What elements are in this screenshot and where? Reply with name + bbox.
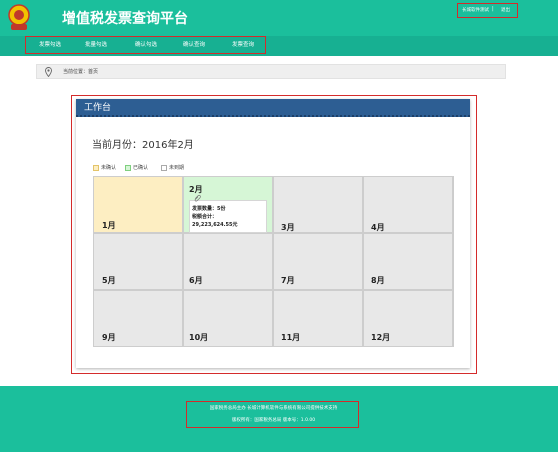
month-label: 8月 (371, 276, 385, 285)
month-cell-mar[interactable]: 3月 (273, 176, 363, 233)
tax-emblem-icon (8, 4, 30, 30)
month-cell-jul[interactable]: 7月 (273, 233, 363, 290)
footer-info: 国家税务总局主办 长城计算机软件与系统有限公司提供技术支持 版权所有：国家税务总… (186, 401, 359, 428)
app-title: 增值税发票查询平台 (62, 11, 188, 27)
month-calendar: 1月 2月 3月 4月 5月 6月 7月 8月 9月 10月 11月 12月 (93, 176, 454, 347)
month-label: 7月 (281, 276, 295, 285)
month-label: 9月 (102, 333, 116, 342)
legend-not-due-swatch (161, 165, 167, 171)
legend-unconfirmed-swatch (93, 165, 99, 171)
feb-tax-total-value: 29,223,624.55元 (192, 222, 238, 228)
month-label: 6月 (189, 276, 203, 285)
nav-item-invoice-select[interactable]: 发票勾选 (39, 40, 61, 48)
panel-header (76, 99, 470, 117)
nav-item-invoice-query[interactable]: 发票查询 (232, 40, 254, 48)
month-cell-jan[interactable]: 1月 (93, 176, 183, 233)
month-cell-dec[interactable]: 12月 (363, 290, 453, 347)
legend-confirmed-label: 已确认 (133, 165, 149, 171)
user-name-link[interactable]: 长城软件测试 (462, 7, 489, 13)
month-cell-apr[interactable]: 4月 (363, 176, 453, 233)
user-menu-separator: | (492, 6, 494, 12)
paperclip-icon (194, 195, 201, 202)
feb-tax-total-label: 税额合计： (192, 214, 218, 220)
legend-not-due-label: 未到期 (169, 165, 185, 171)
month-cell-sep[interactable]: 9月 (93, 290, 183, 347)
location-pin-icon (45, 67, 52, 77)
main-nav (0, 36, 558, 56)
month-label: 10月 (189, 333, 209, 342)
month-cell-nov[interactable]: 11月 (273, 290, 363, 347)
breadcrumb-label: 当前位置：首页 (63, 69, 99, 75)
month-cell-aug[interactable]: 8月 (363, 233, 453, 290)
month-label: 4月 (371, 223, 385, 232)
logout-link[interactable]: 退出 (501, 7, 510, 13)
breadcrumb: 当前位置：首页 (36, 64, 506, 79)
feb-invoice-count: 发票数量：5份 (192, 206, 226, 212)
month-cell-jun[interactable]: 6月 (183, 233, 273, 290)
month-label: 1月 (102, 221, 116, 230)
legend-confirmed-swatch (125, 165, 131, 171)
nav-item-confirm-query[interactable]: 确认查询 (183, 40, 205, 48)
panel-title: 工作台 (84, 103, 112, 113)
month-label: 2月 (189, 185, 203, 194)
legend-unconfirmed-label: 未确认 (101, 165, 117, 171)
user-menu: 长城软件测试 | 退出 (457, 3, 518, 18)
month-cell-oct[interactable]: 10月 (183, 290, 273, 347)
month-label: 11月 (281, 333, 301, 342)
nav-item-batch-select[interactable]: 批量勾选 (85, 40, 107, 48)
month-label: 5月 (102, 276, 116, 285)
month-label: 3月 (281, 223, 295, 232)
footer-sponsor: 国家税务总局主办 长城计算机软件与系统有限公司提供技术支持 (209, 406, 338, 411)
month-label: 12月 (371, 333, 391, 342)
footer-copyright: 版权所有：国家税务总局 版本号：1.0.00 (231, 418, 316, 423)
current-month: 当前月份：2016年2月 (92, 140, 194, 151)
nav-item-confirm-select[interactable]: 确认勾选 (135, 40, 157, 48)
month-cell-may[interactable]: 5月 (93, 233, 183, 290)
